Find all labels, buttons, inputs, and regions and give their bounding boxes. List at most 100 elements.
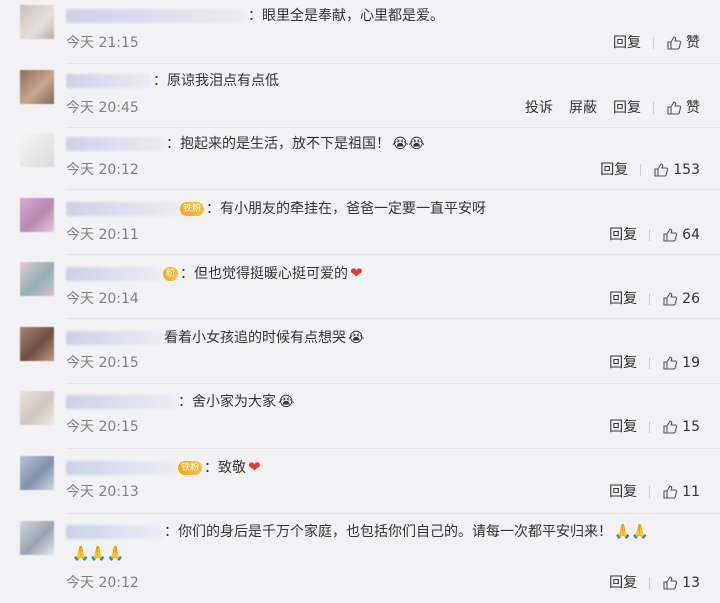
thumbs-up-icon xyxy=(663,420,678,434)
username[interactable] xyxy=(66,267,161,281)
like-button[interactable]: 赞 xyxy=(666,32,700,54)
avatar[interactable] xyxy=(20,262,54,296)
comment-time: 今天 20:15 xyxy=(66,419,139,435)
like-button[interactable]: 15 xyxy=(662,416,700,438)
comment-time: 今天 21:15 xyxy=(66,35,139,51)
like-button[interactable]: 19 xyxy=(662,352,700,374)
divider xyxy=(66,63,720,64)
reply-button[interactable]: 回复 xyxy=(613,97,641,119)
comment-time: 今天 20:11 xyxy=(66,227,139,243)
divider xyxy=(649,293,651,305)
like-button[interactable]: 13 xyxy=(662,572,700,594)
like-count: 赞 xyxy=(686,100,700,116)
comment-time: 今天 20:12 xyxy=(66,575,139,591)
fan-badge: 铁粉 xyxy=(180,202,205,216)
like-button[interactable]: 11 xyxy=(662,481,700,503)
pray-emoji-icon: 🙏🙏🙏 xyxy=(72,546,125,562)
thumbs-up-icon xyxy=(663,576,678,590)
comment-text: ：抱起来的是生活，放不下是祖国！ xyxy=(166,136,390,152)
username[interactable] xyxy=(66,331,162,345)
avatar[interactable] xyxy=(20,133,54,167)
avatar[interactable] xyxy=(20,456,54,490)
reply-button[interactable]: 回复 xyxy=(600,159,628,181)
username[interactable] xyxy=(66,74,151,88)
like-button[interactable]: 26 xyxy=(662,288,700,310)
fan-badge: 粉 xyxy=(163,267,179,281)
comment-time: 今天 20:45 xyxy=(66,100,139,116)
comment-text: ：原谅我泪点有点低 xyxy=(153,73,279,89)
username[interactable] xyxy=(66,137,164,151)
like-button[interactable]: 153 xyxy=(653,159,700,181)
heart-icon: ❤ xyxy=(248,458,261,476)
reply-button[interactable]: 回复 xyxy=(609,352,637,374)
thumbs-up-icon xyxy=(667,36,682,50)
username[interactable] xyxy=(66,525,162,539)
heart-icon: ❤ xyxy=(350,264,363,282)
divider xyxy=(649,577,651,589)
thumbs-up-icon xyxy=(663,228,678,242)
like-count: 26 xyxy=(682,291,700,307)
like-count: 15 xyxy=(682,419,700,435)
divider xyxy=(66,254,720,255)
reply-button[interactable]: 回复 xyxy=(609,416,637,438)
divider xyxy=(640,164,642,176)
like-count: 11 xyxy=(682,484,700,500)
avatar[interactable] xyxy=(20,521,54,555)
block-button[interactable]: 屏蔽 xyxy=(569,97,597,119)
thumbs-up-icon xyxy=(663,356,678,370)
divider xyxy=(66,189,720,190)
like-count: 19 xyxy=(682,355,700,371)
username[interactable] xyxy=(66,461,176,475)
like-count: 153 xyxy=(673,162,700,178)
divider xyxy=(66,318,720,319)
reply-button[interactable]: 回复 xyxy=(613,32,641,54)
divider xyxy=(66,513,720,514)
username[interactable] xyxy=(66,395,176,409)
comment-text: 看着小女孩追的时候有点想哭 xyxy=(164,330,346,346)
comment-text: ：舍小家为大家 xyxy=(178,394,276,410)
comment-text: ：有小朋友的牵挂在，爸爸一定要一直平安呀 xyxy=(206,201,487,217)
report-button[interactable]: 投诉 xyxy=(525,97,553,119)
avatar[interactable] xyxy=(20,327,54,361)
divider xyxy=(653,102,654,114)
avatar[interactable] xyxy=(20,70,54,104)
pray-emoji-icon: 🙏🙏 xyxy=(614,524,649,540)
comment-text: ：致敬 xyxy=(204,460,247,476)
like-count: 64 xyxy=(682,227,700,243)
reply-button[interactable]: 回复 xyxy=(609,572,637,594)
like-button[interactable]: 64 xyxy=(662,224,700,246)
divider xyxy=(653,37,654,49)
divider xyxy=(649,486,651,498)
comment-text: ：眼里全是奉献，心里都是爱。 xyxy=(248,8,444,24)
fan-badge: 铁粉 xyxy=(178,461,203,475)
thumbs-up-icon xyxy=(663,485,678,499)
comment-text: ：但也觉得挺暖心挺可爱的 xyxy=(180,266,349,282)
thumbs-up-icon xyxy=(654,163,669,177)
thumbs-up-icon xyxy=(667,101,682,115)
comment-time: 今天 20:15 xyxy=(66,355,139,371)
reply-button[interactable]: 回复 xyxy=(609,481,637,503)
like-count: 13 xyxy=(682,575,700,591)
comment-time: 今天 20:14 xyxy=(66,291,139,307)
reply-button[interactable]: 回复 xyxy=(609,224,637,246)
divider xyxy=(649,357,651,369)
crying-emoji-icon: 😭 xyxy=(278,394,295,410)
username[interactable] xyxy=(66,9,246,23)
like-button[interactable]: 赞 xyxy=(666,97,700,119)
thumbs-up-icon xyxy=(663,292,678,306)
like-count: 赞 xyxy=(686,35,700,51)
avatar[interactable] xyxy=(20,5,54,39)
avatar[interactable] xyxy=(20,198,54,232)
avatar[interactable] xyxy=(20,391,54,425)
reply-button[interactable]: 回复 xyxy=(609,288,637,310)
divider xyxy=(66,383,720,384)
comment-list: ：眼里全是奉献，心里都是爱。 今天 21:15 回复 赞 ：原谅我泪点有点低 今… xyxy=(0,0,720,603)
username[interactable] xyxy=(66,202,178,216)
crying-emoji-icon: 😭 xyxy=(348,330,365,346)
comment-time: 今天 20:13 xyxy=(66,484,139,500)
comment-text: ：你们的身后是千万个家庭，也包括你们自己的。请每一次都平安归来！ xyxy=(164,524,612,540)
divider xyxy=(649,229,651,241)
divider xyxy=(66,127,720,128)
divider xyxy=(649,421,651,433)
crying-emoji-icon: 😭😭 xyxy=(392,136,425,152)
